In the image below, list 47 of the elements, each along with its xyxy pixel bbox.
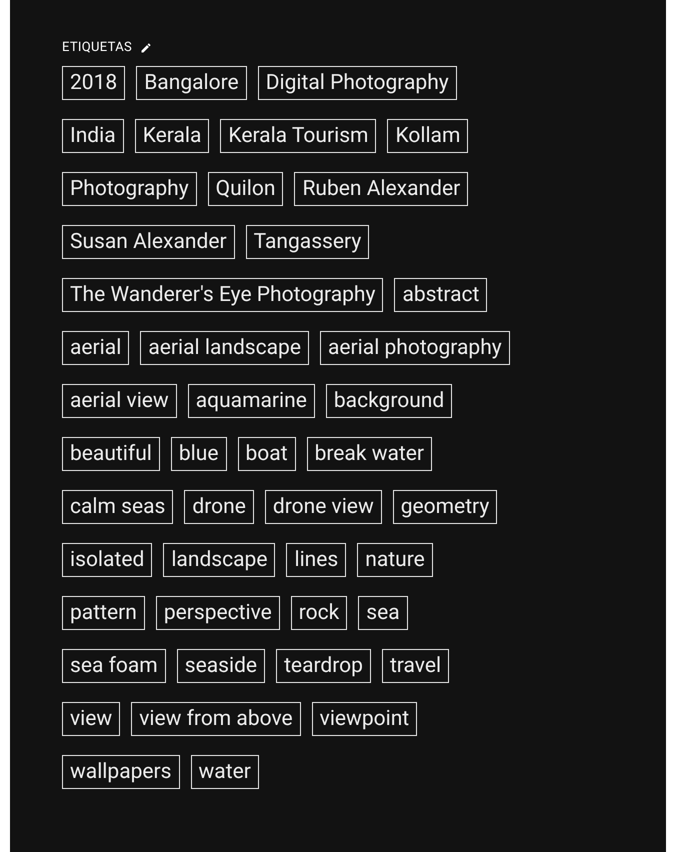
tag-link[interactable]: view from above xyxy=(131,702,301,736)
tag-link[interactable]: 2018 xyxy=(62,66,126,100)
tag-link[interactable]: Tangassery xyxy=(246,224,370,258)
tag-link[interactable]: lines xyxy=(286,542,346,576)
tag-link[interactable]: aquamarine xyxy=(188,384,315,418)
tag-link[interactable]: sea xyxy=(358,596,408,630)
tag-link[interactable]: geometry xyxy=(392,490,498,524)
tag-link[interactable]: blue xyxy=(170,436,227,470)
tag-link[interactable]: aerial xyxy=(62,330,130,364)
tag-link[interactable]: drone xyxy=(184,490,254,524)
tag-link[interactable]: boat xyxy=(238,436,296,470)
tag-link[interactable]: isolated xyxy=(62,542,152,576)
tag-link[interactable]: viewpoint xyxy=(312,702,418,736)
tag-link[interactable]: Kerala xyxy=(134,118,210,152)
tag-link[interactable]: view xyxy=(62,702,120,736)
tag-link[interactable]: aerial view xyxy=(62,384,177,418)
tag-link[interactable]: pattern xyxy=(62,596,145,630)
tag-link[interactable]: Photography xyxy=(62,172,197,206)
tag-link[interactable]: The Wanderer's Eye Photography xyxy=(62,278,384,312)
tag-link[interactable]: Ruben Alexander xyxy=(294,172,468,206)
tag-link[interactable]: Kerala Tourism xyxy=(220,118,376,152)
tag-link[interactable]: landscape xyxy=(163,542,276,576)
tag-link[interactable]: Kollam xyxy=(387,118,468,152)
tag-link[interactable]: teardrop xyxy=(276,648,371,682)
tag-link[interactable]: abstract xyxy=(394,278,488,312)
tag-link[interactable]: aerial landscape xyxy=(140,330,309,364)
tag-link[interactable]: rock xyxy=(290,596,348,630)
tag-link[interactable]: background xyxy=(326,384,452,418)
tag-link[interactable]: perspective xyxy=(156,596,280,630)
tag-link[interactable]: calm seas xyxy=(62,490,174,524)
tag-link[interactable]: wallpapers xyxy=(62,754,180,788)
tag-link[interactable]: Quilon xyxy=(208,172,284,206)
tag-link[interactable]: India xyxy=(62,118,124,152)
section-title: ETIQUETAS xyxy=(62,39,132,57)
tag-link[interactable]: beautiful xyxy=(62,436,160,470)
tag-link[interactable]: nature xyxy=(357,542,433,576)
tag-link[interactable]: sea foam xyxy=(62,648,166,682)
tag-link[interactable]: aerial photography xyxy=(320,330,510,364)
pencil-icon[interactable] xyxy=(140,42,152,54)
tag-link[interactable]: break water xyxy=(306,436,432,470)
tag-link[interactable]: travel xyxy=(382,648,450,682)
tag-link[interactable]: seaside xyxy=(176,648,266,682)
tag-link[interactable]: Bangalore xyxy=(136,66,247,100)
tag-link[interactable]: water xyxy=(190,754,259,788)
tag-link[interactable]: Digital Photography xyxy=(258,66,457,100)
tag-link[interactable]: Susan Alexander xyxy=(62,224,235,258)
tag-link[interactable]: drone view xyxy=(264,490,382,524)
